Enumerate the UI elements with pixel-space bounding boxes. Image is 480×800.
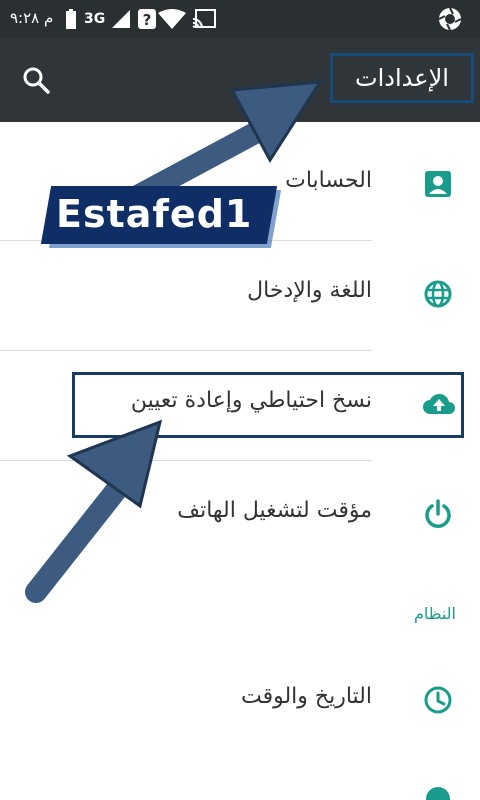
annotation-arrows (25, 80, 323, 603)
arrow-to-title (119, 80, 323, 211)
arrow-to-backup (25, 419, 163, 603)
watermark-text: Estafed1 (56, 192, 253, 236)
watermark-logo: Estafed1 (40, 186, 282, 252)
